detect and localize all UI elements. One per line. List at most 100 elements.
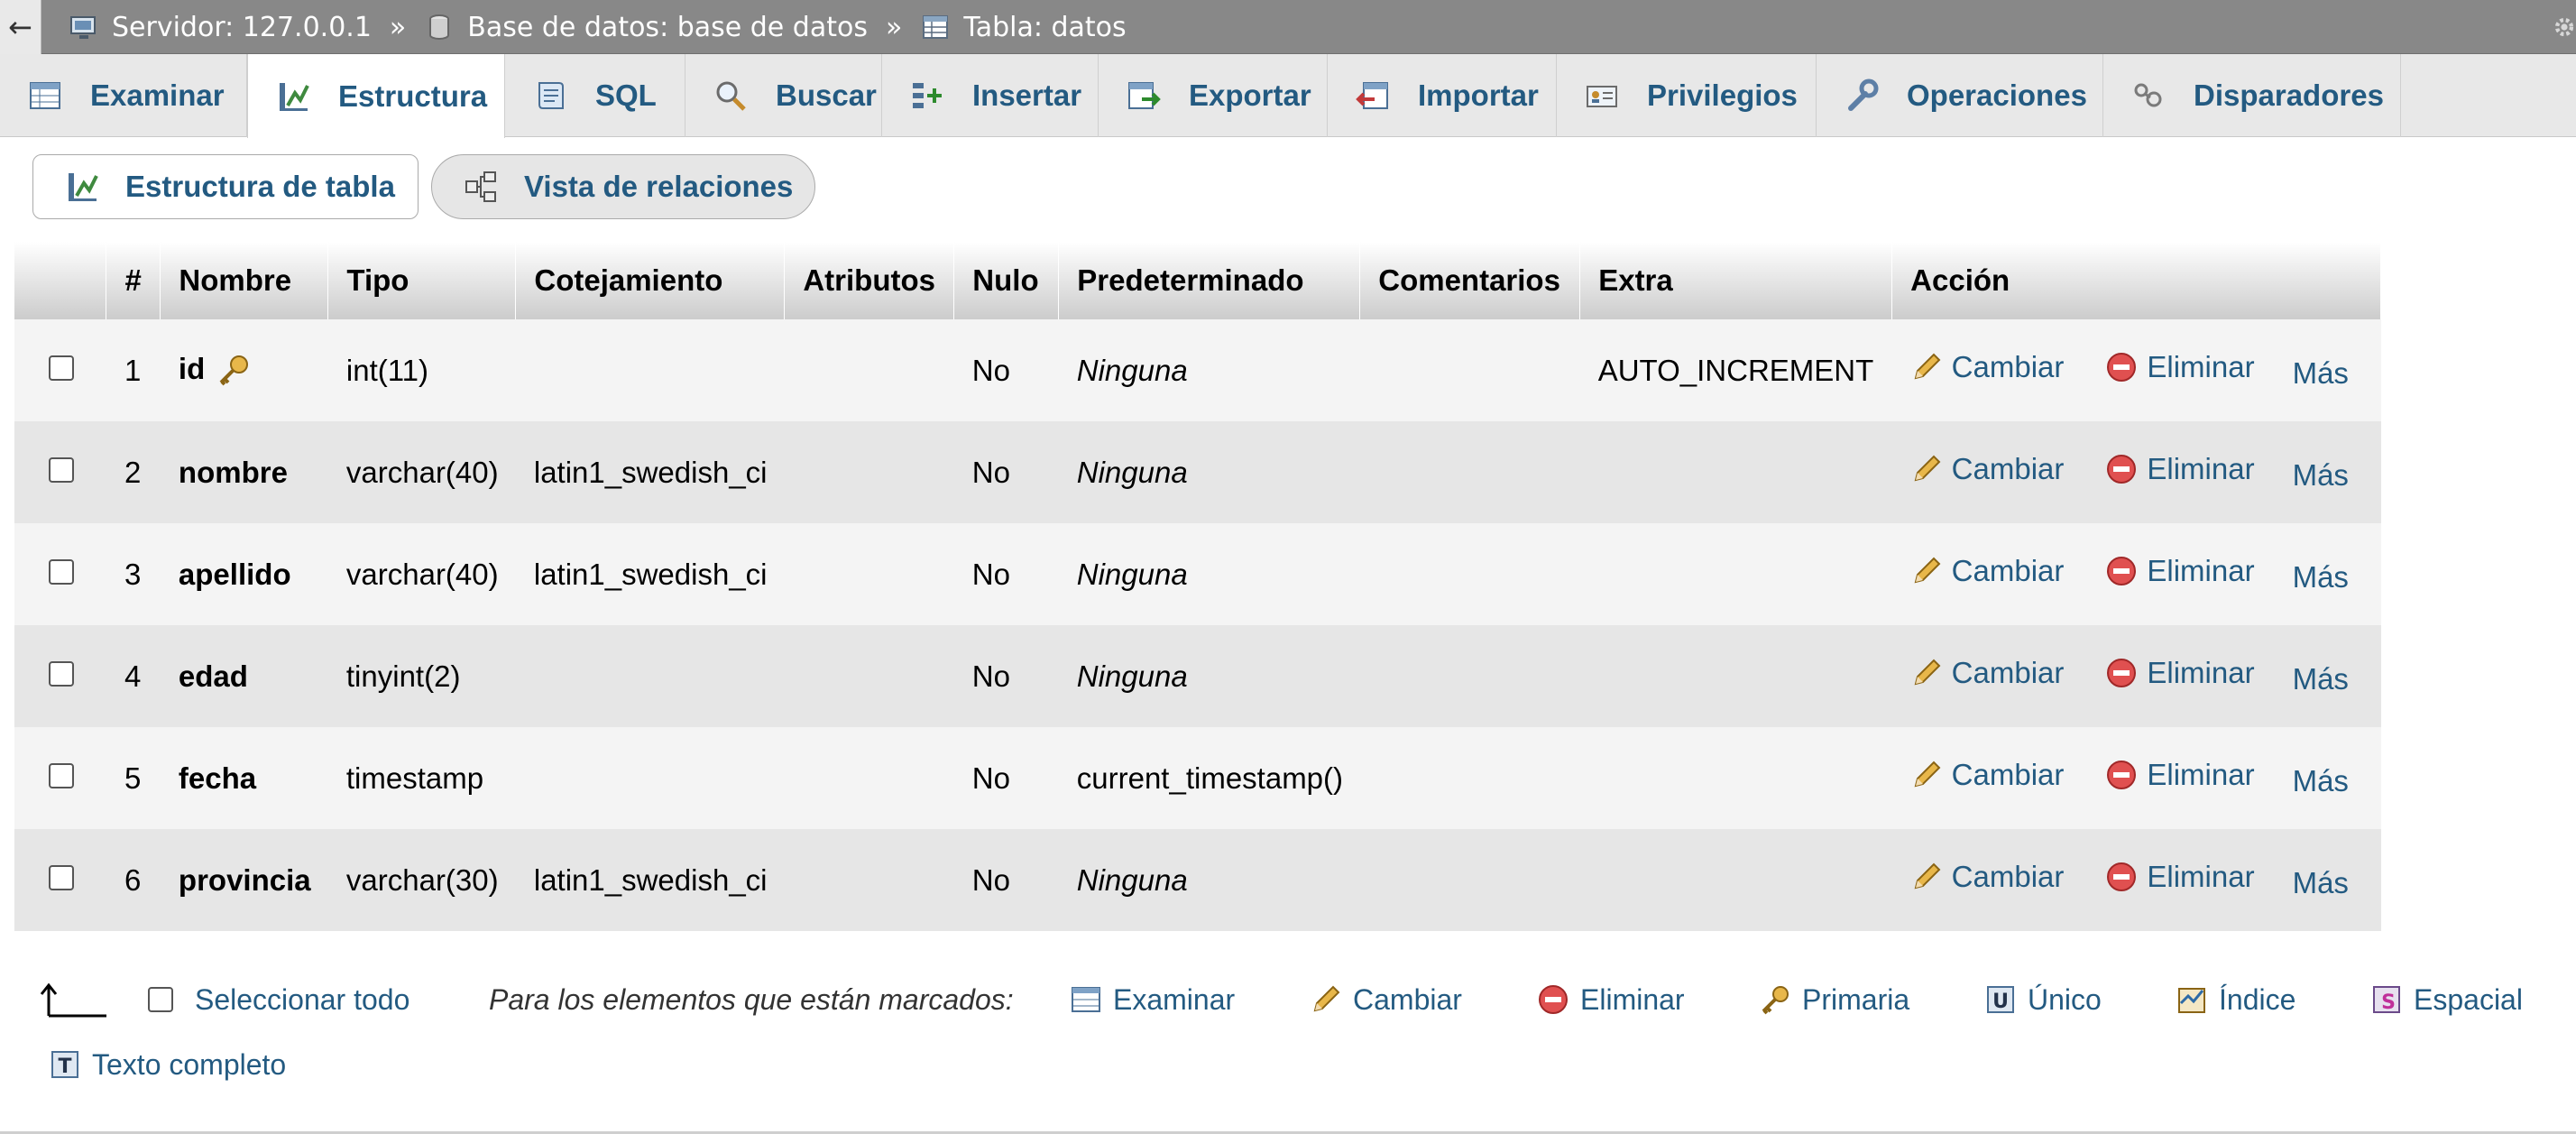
row-checkbox[interactable] xyxy=(49,864,74,890)
breadcrumb-database[interactable]: Base de datos: base de datos xyxy=(424,12,868,43)
bulk-fulltext-button[interactable]: T Texto completo xyxy=(49,1028,286,1101)
cell-action: Cambiar Eliminar Más xyxy=(1891,625,2381,727)
field-name: nombre xyxy=(178,455,288,489)
drop-icon xyxy=(2107,557,2137,585)
tab-operaciones[interactable]: Operaciones xyxy=(1817,54,2103,137)
drop-button[interactable]: Eliminar xyxy=(2105,656,2255,690)
more-menu[interactable]: Más xyxy=(2293,764,2349,797)
cell-attributes xyxy=(784,421,954,523)
header-checkbox xyxy=(14,242,107,319)
drop-button[interactable]: Eliminar xyxy=(2105,452,2255,486)
cell-name: provincia xyxy=(160,829,328,931)
change-button[interactable]: Cambiar xyxy=(1910,656,2064,690)
index-icon xyxy=(2178,988,2205,1013)
settings-gear-icon[interactable] xyxy=(2553,11,2576,43)
tab-insertar[interactable]: Insertar xyxy=(882,54,1099,137)
tab-disparadores[interactable]: Disparadores xyxy=(2103,54,2401,137)
drop-icon xyxy=(2107,761,2137,789)
tab-exportar[interactable]: Exportar xyxy=(1099,54,1328,137)
drop-button[interactable]: Eliminar xyxy=(2105,758,2255,792)
field-name: edad xyxy=(178,659,248,693)
change-button[interactable]: Cambiar xyxy=(1910,860,2064,894)
svg-text:T: T xyxy=(58,1056,71,1078)
tab-importar[interactable]: Importar xyxy=(1328,54,1557,137)
tab-estructura[interactable]: Estructura xyxy=(247,54,505,138)
header-extra: Extra xyxy=(1579,242,1893,319)
row-checkbox[interactable] xyxy=(49,558,74,585)
cell-name: id xyxy=(160,319,328,421)
unique-icon: U xyxy=(1987,986,2014,1013)
field-name: id xyxy=(178,351,206,385)
browse-icon xyxy=(1072,987,1100,1012)
cell-name: fecha xyxy=(160,727,328,829)
subtab-relation-view[interactable]: Vista de relaciones xyxy=(431,154,815,219)
subtab-table-structure[interactable]: Estructura de tabla xyxy=(32,154,419,219)
header-collation: Cotejamiento xyxy=(515,242,786,319)
cell-default: Ninguna xyxy=(1058,523,1360,625)
cell-extra xyxy=(1579,421,1892,523)
cell-action: Cambiar Eliminar Más xyxy=(1891,523,2381,625)
tab-privilegios[interactable]: Privilegios xyxy=(1557,54,1817,137)
cell-action: Cambiar Eliminar Más xyxy=(1891,727,2381,829)
cell-attributes xyxy=(784,625,954,727)
select-all-checkbox[interactable] xyxy=(148,987,173,1012)
tab-examinar[interactable]: Examinar xyxy=(0,54,247,137)
more-menu[interactable]: Más xyxy=(2293,356,2349,390)
row-checkbox-cell xyxy=(14,829,106,931)
sql-icon xyxy=(538,82,564,109)
back-button[interactable]: ← xyxy=(0,0,41,54)
bulk-spatial-button[interactable]: S Espacial xyxy=(2370,963,2523,1036)
row-checkbox[interactable] xyxy=(49,660,74,687)
drop-button[interactable]: Eliminar xyxy=(2105,350,2255,384)
drop-button[interactable]: Eliminar xyxy=(2105,554,2255,588)
cell-collation xyxy=(515,319,785,421)
cell-attributes xyxy=(784,829,954,931)
cell-extra xyxy=(1579,727,1892,829)
breadcrumb-server[interactable]: Servidor: 127.0.0.1 xyxy=(69,12,372,43)
header-default: Predeterminado xyxy=(1058,242,1361,319)
change-button[interactable]: Cambiar xyxy=(1910,350,2064,384)
tab-sql[interactable]: SQL xyxy=(505,54,685,137)
row-checkbox[interactable] xyxy=(49,456,74,483)
change-button[interactable]: Cambiar xyxy=(1910,452,2064,486)
breadcrumb-separator: » xyxy=(389,11,407,43)
table-icon xyxy=(923,15,949,39)
change-button[interactable]: Cambiar xyxy=(1910,758,2064,792)
search-icon xyxy=(716,81,746,111)
cell-name: nombre xyxy=(160,421,328,523)
tab-buscar[interactable]: Buscar xyxy=(685,54,882,137)
cell-num: 4 xyxy=(106,625,161,727)
change-button[interactable]: Cambiar xyxy=(1910,554,2064,588)
cell-null: No xyxy=(953,523,1059,625)
cell-type: timestamp xyxy=(327,727,516,829)
cell-comments xyxy=(1359,727,1580,829)
bulk-primary-button[interactable]: Primaria xyxy=(1759,963,1909,1036)
cell-num: 3 xyxy=(106,523,161,625)
select-all[interactable]: Seleccionar todo xyxy=(148,963,409,1036)
drop-icon xyxy=(1539,985,1568,1014)
row-checkbox-cell xyxy=(14,727,106,829)
drop-button[interactable]: Eliminar xyxy=(2105,860,2255,894)
cell-action: Cambiar Eliminar Más xyxy=(1891,829,2381,931)
breadcrumb-table[interactable]: Tabla: datos xyxy=(920,12,1127,43)
bulk-change-button[interactable]: Cambiar xyxy=(1310,963,1462,1036)
more-menu[interactable]: Más xyxy=(2293,560,2349,594)
more-menu[interactable]: Más xyxy=(2293,662,2349,696)
more-menu[interactable]: Más xyxy=(2293,458,2349,492)
bulk-unique-button[interactable]: U Único xyxy=(1984,963,2102,1036)
bulk-drop-button[interactable]: Eliminar xyxy=(1537,963,1685,1036)
bulk-index-button[interactable]: Índice xyxy=(2176,963,2295,1036)
row-checkbox[interactable] xyxy=(49,762,74,788)
cell-comments xyxy=(1359,319,1580,421)
cell-type: tinyint(2) xyxy=(327,625,516,727)
cell-comments xyxy=(1359,523,1580,625)
field-name: apellido xyxy=(178,557,291,591)
more-menu[interactable]: Más xyxy=(2293,866,2349,899)
export-icon xyxy=(1128,82,1161,109)
browse-icon xyxy=(30,82,60,109)
cell-num: 1 xyxy=(106,319,161,421)
row-checkbox[interactable] xyxy=(49,355,74,381)
insert-icon xyxy=(913,83,942,108)
bulk-browse-button[interactable]: Examinar xyxy=(1070,963,1235,1036)
field-name: provincia xyxy=(178,862,311,897)
